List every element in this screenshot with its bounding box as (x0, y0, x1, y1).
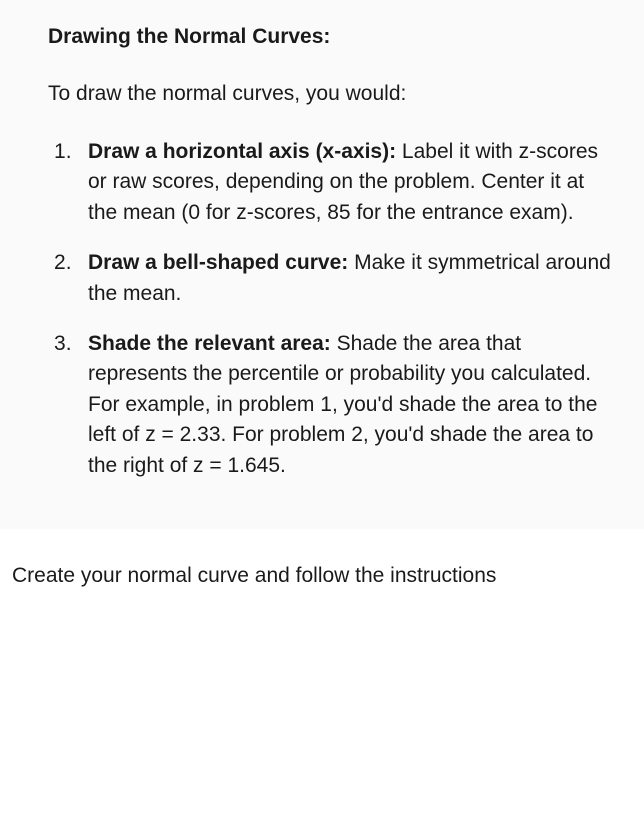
step-bold: Draw a horizontal axis (x-axis): (88, 140, 396, 163)
steps-list: Draw a horizontal axis (x-axis): Label i… (48, 137, 616, 481)
list-item: Draw a horizontal axis (x-axis): Label i… (48, 137, 616, 228)
content-box: Drawing the Normal Curves: To draw the n… (0, 0, 644, 529)
step-bold: Shade the relevant area: (88, 332, 331, 355)
list-item: Draw a bell-shaped curve: Make it symmet… (48, 248, 616, 309)
footer-instruction: Create your normal curve and follow the … (0, 529, 644, 590)
section-title: Drawing the Normal Curves: (48, 22, 616, 51)
list-item: Shade the relevant area: Shade the area … (48, 329, 616, 481)
intro-text: To draw the normal curves, you would: (48, 79, 616, 108)
step-bold: Draw a bell-shaped curve: (88, 251, 348, 274)
